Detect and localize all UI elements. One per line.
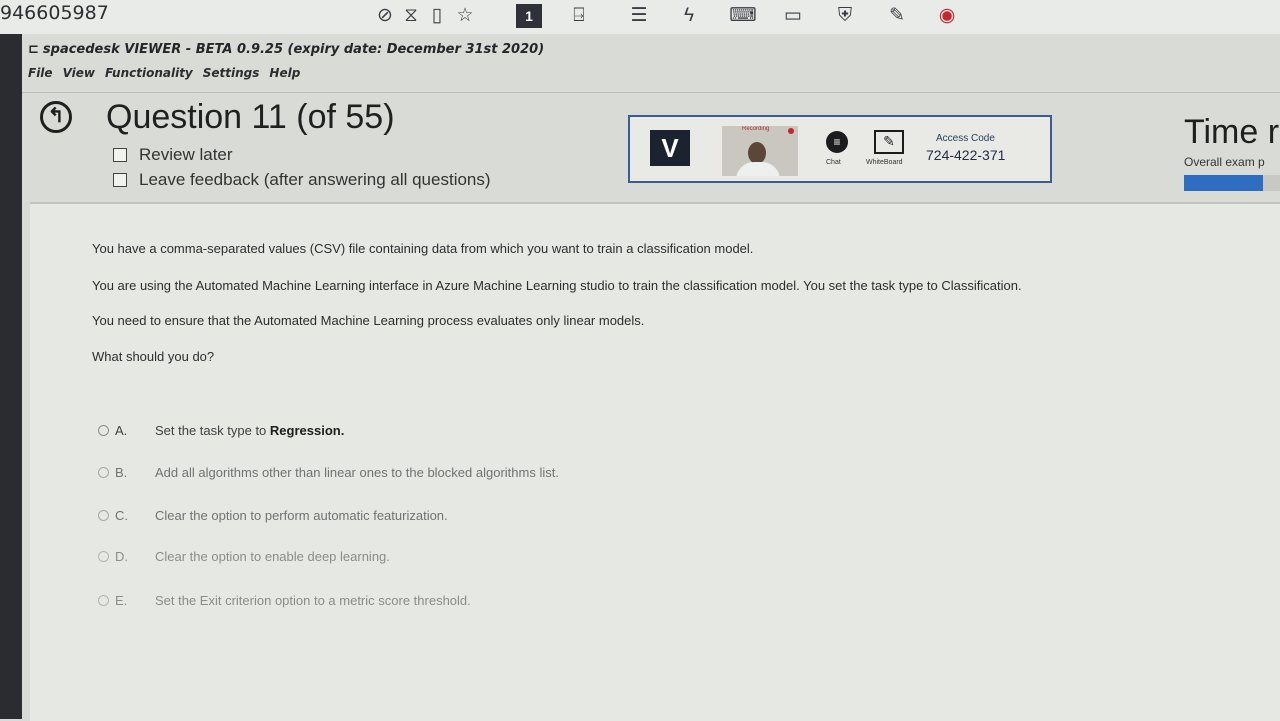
- access-code-value: 724-422-371: [926, 147, 1006, 163]
- option-b-radio[interactable]: [98, 467, 109, 478]
- option-e-letter: E.: [115, 593, 128, 608]
- option-a-letter: A.: [115, 423, 128, 438]
- option-e-text: Set the Exit criterion option to a metri…: [155, 593, 471, 608]
- option-b-letter: B.: [115, 465, 128, 480]
- option-c-letter: C.: [115, 508, 128, 523]
- review-later-checkbox[interactable]: [113, 148, 127, 162]
- option-d-text: Clear the option to enable deep learning…: [155, 549, 390, 564]
- timer-progress-bar: [1184, 175, 1280, 191]
- question-paragraph-2: You are using the Automated Machine Lear…: [92, 278, 1022, 293]
- lightning-icon[interactable]: ϟ: [676, 4, 702, 28]
- app-title-text: spacedesk VIEWER - BETA 0.9.25 (expiry d…: [42, 42, 545, 57]
- review-later-label: Review later: [139, 145, 233, 164]
- menu-functionality[interactable]: Functionality: [105, 66, 193, 80]
- record-icon[interactable]: ◉: [934, 4, 960, 28]
- option-a-radio[interactable]: [98, 425, 109, 436]
- timer-title: Time r: [1184, 113, 1280, 151]
- app-title-bar: ⊏ spacedesk VIEWER - BETA 0.9.25 (expiry …: [28, 42, 544, 57]
- menu-bar: File View Functionality Settings Help: [28, 66, 300, 80]
- option-d[interactable]: D. Clear the option to enable deep learn…: [98, 549, 390, 564]
- send-icon[interactable]: ⍈: [566, 4, 592, 28]
- session-id: 946605987: [0, 2, 109, 24]
- leave-feedback-label: Leave feedback (after answering all ques…: [139, 170, 491, 189]
- divider: [22, 92, 1280, 93]
- back-arrow-icon[interactable]: ↰: [40, 101, 72, 133]
- monitor-1-icon[interactable]: 1: [516, 4, 542, 28]
- left-screen-edge: [0, 34, 22, 719]
- access-code-label: Access Code: [936, 133, 995, 144]
- option-b[interactable]: B. Add all algorithms other than linear …: [98, 465, 559, 480]
- display-icon[interactable]: ▭: [780, 4, 806, 28]
- option-a-text: Set the task type to: [155, 423, 267, 438]
- spacedesk-logo-icon: ⊏: [28, 42, 39, 57]
- leave-feedback-row[interactable]: Leave feedback (after answering all ques…: [113, 170, 491, 190]
- keyboard-icon[interactable]: ⌨: [728, 4, 758, 28]
- timer-subtitle: Overall exam p: [1184, 155, 1265, 169]
- timer-progress-fill: [1184, 175, 1263, 191]
- question-paragraph-3: You need to ensure that the Automated Ma…: [92, 313, 645, 328]
- menu-file[interactable]: File: [28, 66, 53, 80]
- whiteboard-icon[interactable]: ✎: [874, 130, 904, 154]
- question-prompt: What should you do?: [92, 349, 215, 364]
- webcam-preview: Recording: [722, 126, 798, 176]
- proctor-panel: V Recording ≡ Chat ✎ WhiteBoard Access C…: [628, 115, 1052, 183]
- option-d-letter: D.: [115, 549, 128, 564]
- chat-label: Chat: [826, 159, 841, 166]
- option-a[interactable]: A. Set the task type to Regression.: [98, 423, 344, 438]
- whiteboard-label: WhiteBoard: [866, 159, 903, 166]
- menu-help[interactable]: Help: [269, 66, 300, 80]
- review-later-row[interactable]: Review later: [113, 145, 233, 165]
- menu-settings[interactable]: Settings: [203, 66, 260, 80]
- eye-off-icon[interactable]: ⊘: [372, 4, 398, 28]
- cylinder-icon[interactable]: ▯: [424, 4, 450, 28]
- chat-icon[interactable]: ≡: [826, 131, 848, 153]
- proctor-logo: V: [650, 130, 690, 166]
- menu-view[interactable]: View: [63, 66, 95, 80]
- top-toolbar: 946605987 ⊘ ⧖ ▯ ☆ 1 ⍈ ☰ ϟ ⌨ ▭ ⛨ ✎ ◉: [0, 0, 1280, 34]
- pen-icon[interactable]: ✎: [884, 4, 910, 28]
- option-e[interactable]: E. Set the Exit criterion option to a me…: [98, 593, 471, 608]
- leave-feedback-checkbox[interactable]: [113, 173, 127, 187]
- option-c[interactable]: C. Clear the option to perform automatic…: [98, 508, 448, 523]
- option-d-radio[interactable]: [98, 551, 109, 562]
- recording-label: Recording: [742, 126, 770, 132]
- star-icon[interactable]: ☆: [452, 4, 478, 28]
- option-e-radio[interactable]: [98, 595, 109, 606]
- question-title: Question 11 (of 55): [106, 98, 395, 136]
- option-c-radio[interactable]: [98, 510, 109, 521]
- recording-dot-icon: [788, 128, 794, 134]
- question-paragraph-1: You have a comma-separated values (CSV) …: [92, 241, 754, 256]
- message-icon[interactable]: ☰: [626, 4, 652, 28]
- option-c-text: Clear the option to perform automatic fe…: [155, 508, 448, 523]
- shield-icon[interactable]: ⛨: [832, 4, 858, 28]
- option-a-bold: Regression.: [269, 423, 345, 438]
- option-b-text: Add all algorithms other than linear one…: [155, 465, 559, 480]
- webcam-person: [748, 142, 766, 164]
- hourglass-icon[interactable]: ⧖: [398, 4, 424, 28]
